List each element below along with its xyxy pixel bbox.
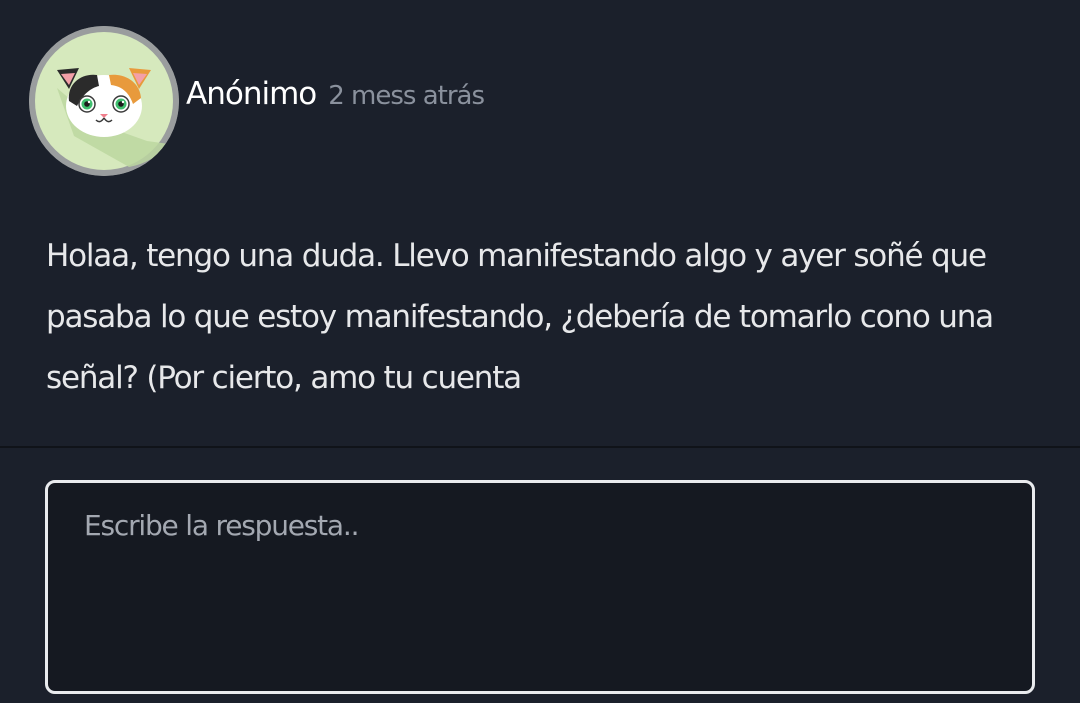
author-name: Anónimo — [186, 76, 317, 112]
timestamp: 2 mess atrás — [328, 81, 485, 111]
avatar[interactable] — [29, 26, 179, 176]
author-line: Anónimo 2 mess atrás — [186, 76, 485, 120]
question-card: Anónimo 2 mess atrás Holaa, tengo una du… — [0, 0, 1080, 446]
answer-input[interactable] — [45, 480, 1035, 694]
calico-cat-icon — [29, 26, 179, 176]
question-text: Holaa, tengo una duda. Llevo manifestand… — [46, 238, 994, 396]
